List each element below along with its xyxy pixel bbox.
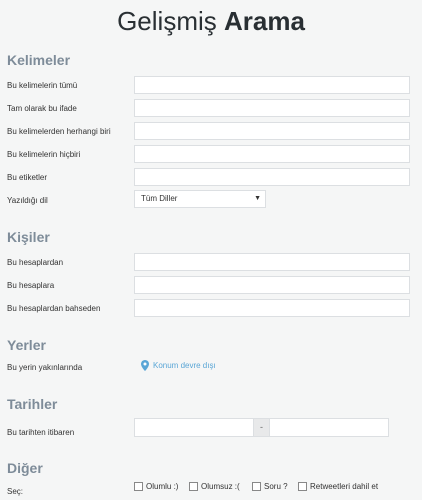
- checkbox-negative-label: Olumsuz :(: [201, 482, 240, 491]
- label-hashtags: Bu etiketler: [7, 173, 48, 182]
- checkbox-positive-label: Olumlu :): [146, 482, 179, 491]
- label-language: Yazıldığı dil: [7, 196, 48, 205]
- label-mention-accounts: Bu hesaplardan bahseden: [7, 304, 101, 313]
- all-words-input[interactable]: [134, 76, 410, 94]
- section-other-heading: Diğer: [7, 460, 43, 476]
- date-separator: -: [253, 418, 270, 437]
- from-accounts-input[interactable]: [134, 253, 410, 271]
- title-light: Gelişmiş: [117, 6, 217, 36]
- label-near-place: Bu yerin yakınlarında: [7, 363, 83, 372]
- checkbox-retweets[interactable]: Retweetleri dahil et: [298, 482, 378, 491]
- section-people-heading: Kişiler: [7, 229, 50, 245]
- location-status: Konum devre dışı: [153, 361, 216, 370]
- location-toggle[interactable]: Konum devre dışı: [141, 360, 216, 371]
- any-words-input[interactable]: [134, 122, 410, 140]
- exact-phrase-input[interactable]: [134, 99, 410, 117]
- to-accounts-input[interactable]: [134, 276, 410, 294]
- checkbox-question[interactable]: Soru ?: [252, 482, 288, 491]
- language-select-value: Tüm Diller: [141, 194, 178, 203]
- label-any-words: Bu kelimelerden herhangi biri: [7, 127, 111, 136]
- checkbox-retweets-label: Retweetleri dahil et: [310, 482, 379, 491]
- label-from-accounts: Bu hesaplardan: [7, 258, 64, 267]
- label-select: Seç:: [7, 487, 24, 496]
- checkbox-icon: [134, 482, 143, 491]
- section-places-heading: Yerler: [7, 337, 46, 353]
- page-title: Gelişmiş Arama: [0, 6, 422, 37]
- checkbox-question-label: Soru ?: [264, 482, 288, 491]
- section-dates-heading: Tarihler: [7, 396, 58, 412]
- mention-accounts-input[interactable]: [134, 299, 410, 317]
- until-date-input[interactable]: [269, 418, 389, 437]
- label-all-words: Bu kelimelerin tümü: [7, 81, 78, 90]
- label-exact-phrase: Tam olarak bu ifade: [7, 104, 77, 113]
- checkbox-negative[interactable]: Olumsuz :(: [189, 482, 240, 491]
- label-since-date: Bu tarihten itibaren: [7, 428, 75, 437]
- none-words-input[interactable]: [134, 145, 410, 163]
- checkbox-icon: [189, 482, 198, 491]
- checkbox-icon: [298, 482, 307, 491]
- label-none-words: Bu kelimelerin hiçbiri: [7, 150, 81, 159]
- dropdown-arrow-icon: ▼: [254, 195, 261, 202]
- label-to-accounts: Bu hesaplara: [7, 281, 55, 290]
- location-pin-icon: [141, 360, 149, 371]
- since-date-input[interactable]: [134, 418, 254, 437]
- title-bold: Arama: [223, 6, 305, 36]
- section-words-heading: Kelimeler: [7, 52, 71, 68]
- hashtags-input[interactable]: [134, 168, 410, 186]
- checkbox-icon: [252, 482, 261, 491]
- language-select[interactable]: Tüm Diller ▼: [134, 190, 266, 208]
- checkbox-positive[interactable]: Olumlu :): [134, 482, 178, 491]
